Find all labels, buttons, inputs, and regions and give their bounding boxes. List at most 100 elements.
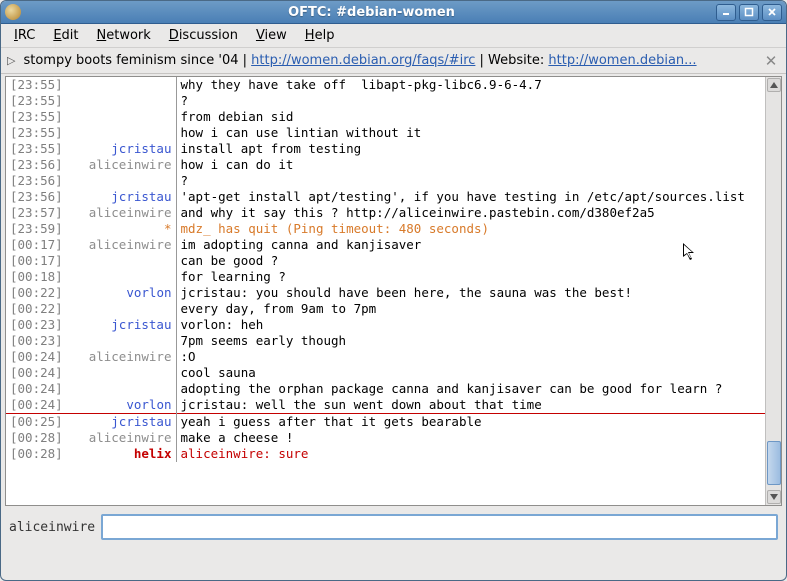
- timestamp: [23:55]: [6, 141, 66, 157]
- chat-line: [00:24]aliceinwire:O: [6, 349, 765, 365]
- timestamp: [23:56]: [6, 189, 66, 205]
- nick: vorlon: [66, 397, 176, 414]
- message-text: yeah i guess after that it gets bearable: [176, 414, 765, 431]
- nick: *: [66, 221, 176, 237]
- timestamp: [23:55]: [6, 93, 66, 109]
- chat-line: [00:23] 7pm seems early though: [6, 333, 765, 349]
- timestamp: [00:22]: [6, 301, 66, 317]
- chat-line: [23:55] how i can use lintian without it: [6, 125, 765, 141]
- maximize-button[interactable]: [739, 4, 759, 21]
- chat-log: [23:55] why they have take off libapt-pkg…: [6, 77, 765, 462]
- timestamp: [23:57]: [6, 205, 66, 221]
- chat-line: [23:55]?: [6, 93, 765, 109]
- window-title: OFTC: #debian-women: [27, 5, 716, 20]
- chat-line: [23:55] why they have take off libapt-pkg…: [6, 77, 765, 93]
- message-text: make a cheese !: [176, 430, 765, 446]
- message-input[interactable]: [101, 514, 778, 540]
- timestamp: [00:22]: [6, 285, 66, 301]
- chat-line: [23:55]jcristauinstall apt from testing: [6, 141, 765, 157]
- menu-discussion[interactable]: Discussion: [162, 26, 245, 45]
- timestamp: [23:55]: [6, 125, 66, 141]
- message-text: jcristau: well the sun went down about t…: [176, 397, 765, 414]
- nick: vorlon: [66, 285, 176, 301]
- app-icon: [5, 4, 21, 20]
- input-bar: aliceinwire: [1, 508, 786, 548]
- message-text: how i can use lintian without it: [176, 125, 765, 141]
- nick: jcristau: [66, 317, 176, 333]
- chat-line: [23:56]jcristau'apt-get install apt/test…: [6, 189, 765, 205]
- timestamp: [00:24]: [6, 349, 66, 365]
- chat-line: [00:24]vorlonjcristau: well the sun went…: [6, 397, 765, 414]
- menu-help[interactable]: Help: [298, 26, 342, 45]
- timestamp: [00:28]: [6, 446, 66, 462]
- chat-line: [23:55]from debian sid: [6, 109, 765, 125]
- channel-topic: stompy boots feminism since '04 | http:/…: [23, 53, 754, 68]
- menu-network[interactable]: Network: [90, 26, 158, 45]
- timestamp: [00:18]: [6, 269, 66, 285]
- timestamp: [23:56]: [6, 173, 66, 189]
- nick: [66, 333, 176, 349]
- nick: aliceinwire: [66, 205, 176, 221]
- timestamp: [00:24]: [6, 365, 66, 381]
- timestamp: [00:25]: [6, 414, 66, 431]
- vertical-scrollbar[interactable]: [765, 77, 781, 505]
- timestamp: [23:56]: [6, 157, 66, 173]
- minimize-button[interactable]: [716, 4, 736, 21]
- timestamp: [00:17]: [6, 237, 66, 253]
- nick: aliceinwire: [66, 430, 176, 446]
- message-text: jcristau: you should have been here, the…: [176, 285, 765, 301]
- nick: aliceinwire: [66, 349, 176, 365]
- chat-line: [00:24]adopting the orphan package canna…: [6, 381, 765, 397]
- message-text: for learning ?: [176, 269, 765, 285]
- timestamp: [00:24]: [6, 381, 66, 397]
- chat-scroll[interactable]: [23:55] why they have take off libapt-pkg…: [6, 77, 765, 505]
- nick: [66, 173, 176, 189]
- nick: jcristau: [66, 189, 176, 205]
- nick: [66, 253, 176, 269]
- chat-line: [00:17]aliceinwireim adopting canna and …: [6, 237, 765, 253]
- close-tab-icon[interactable]: ✕: [762, 52, 780, 70]
- scroll-up-button[interactable]: [767, 78, 781, 92]
- message-text: why they have take off libapt-pkg-libc6.…: [176, 77, 765, 93]
- chat-line: [00:17]can be good ?: [6, 253, 765, 269]
- topic-link-faq[interactable]: http://women.debian.org/faqs/#irc: [251, 53, 475, 68]
- message-text: how i can do it: [176, 157, 765, 173]
- chat-line: [00:22]vorlonjcristau: you should have b…: [6, 285, 765, 301]
- topic-link-website[interactable]: http://women.debian...: [548, 53, 696, 68]
- nick: [66, 109, 176, 125]
- message-text: vorlon: heh: [176, 317, 765, 333]
- own-nick-label: aliceinwire: [9, 520, 95, 535]
- chat-line: [23:57]aliceinwireand why it say this ? …: [6, 205, 765, 221]
- timestamp: [00:23]: [6, 333, 66, 349]
- timestamp: [00:28]: [6, 430, 66, 446]
- scroll-down-button[interactable]: [767, 490, 781, 504]
- message-text: 7pm seems early though: [176, 333, 765, 349]
- timestamp: [00:17]: [6, 253, 66, 269]
- chat-line: [00:28]aliceinwiremake a cheese !: [6, 430, 765, 446]
- chat-panel: [23:55] why they have take off libapt-pkg…: [5, 76, 782, 506]
- timestamp: [00:24]: [6, 397, 66, 414]
- chat-line: [00:22] every day, from 9am to 7pm: [6, 301, 765, 317]
- scrollbar-track[interactable]: [767, 93, 781, 489]
- topic-bar: ▷ stompy boots feminism since '04 | http…: [1, 48, 786, 74]
- nick: jcristau: [66, 141, 176, 157]
- nick: [66, 301, 176, 317]
- close-button[interactable]: [762, 4, 782, 21]
- chat-line: [00:24]cool sauna: [6, 365, 765, 381]
- expand-icon[interactable]: ▷: [7, 54, 15, 67]
- message-text: and why it say this ? http://aliceinwire…: [176, 205, 765, 221]
- chat-line: [00:25]jcristauyeah i guess after that i…: [6, 414, 765, 431]
- message-text: mdz_ has quit (Ping timeout: 480 seconds…: [176, 221, 765, 237]
- message-text: aliceinwire: sure: [176, 446, 765, 462]
- message-text: every day, from 9am to 7pm: [176, 301, 765, 317]
- scrollbar-thumb[interactable]: [767, 441, 781, 485]
- timestamp: [23:55]: [6, 77, 66, 93]
- chat-line: [00:23]jcristauvorlon: heh: [6, 317, 765, 333]
- nick: [66, 269, 176, 285]
- window-titlebar: OFTC: #debian-women: [1, 1, 786, 24]
- menubar: IRC Edit Network Discussion View Help: [1, 24, 786, 48]
- menu-edit[interactable]: Edit: [46, 26, 85, 45]
- menu-irc[interactable]: IRC: [7, 26, 42, 45]
- menu-view[interactable]: View: [249, 26, 294, 45]
- timestamp: [00:23]: [6, 317, 66, 333]
